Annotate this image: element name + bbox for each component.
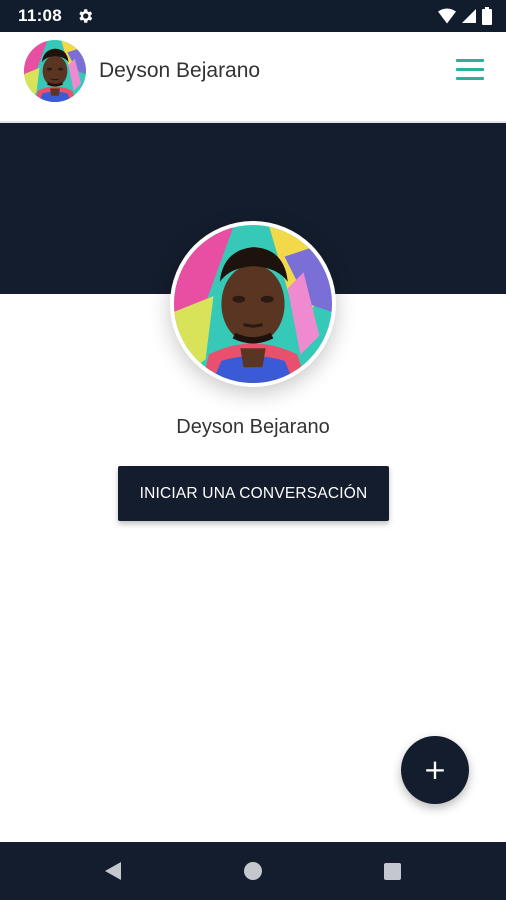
recents-icon[interactable] [384,863,401,880]
battery-icon [482,7,492,25]
status-icons [438,7,492,25]
profile-avatar[interactable] [174,225,332,383]
profile-photo [174,225,332,383]
wifi-icon [438,8,456,24]
add-fab-button[interactable]: + [401,736,469,804]
profile-name: Deyson Bejarano [176,416,330,438]
status-time: 11:08 [18,6,63,25]
home-icon[interactable] [244,862,262,880]
user-photo [24,40,86,102]
system-navigation-bar [0,842,506,900]
app-bar-title: Deyson Bejarano [99,59,261,82]
back-icon[interactable] [103,861,123,881]
profile-avatar-frame [170,221,336,387]
start-conversation-button[interactable]: INICIAR UNA CONVERSACIÓN [118,466,389,521]
cellular-signal-icon [462,9,476,23]
avatar[interactable] [24,40,86,102]
status-bar: 11:08 [0,0,506,32]
app-bar: Deyson Bejarano [0,32,506,123]
settings-gear-icon [79,9,93,23]
hamburger-menu-icon[interactable] [456,59,484,81]
screen: 11:08 Deyson Bejarano Deyson Bejarano IN… [0,0,506,900]
